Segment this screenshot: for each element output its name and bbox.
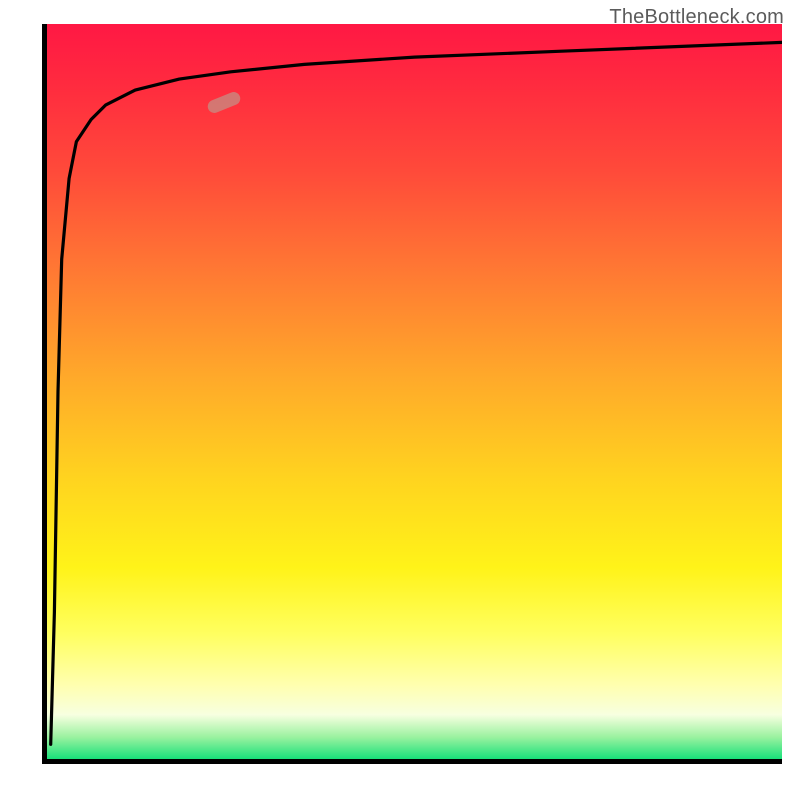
- plot-area: [47, 24, 782, 759]
- x-axis: [42, 759, 782, 764]
- curve-line: [47, 24, 782, 759]
- curve-path: [51, 42, 782, 744]
- chart-container: TheBottleneck.com: [0, 0, 800, 800]
